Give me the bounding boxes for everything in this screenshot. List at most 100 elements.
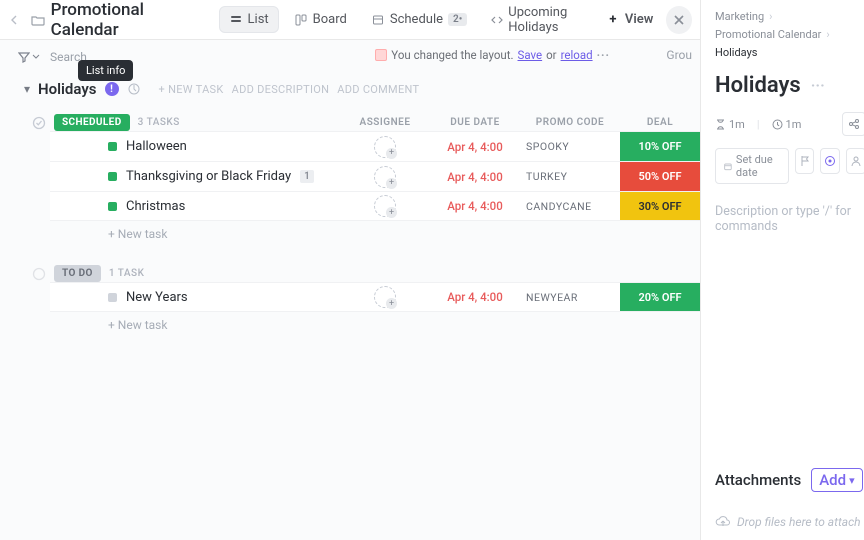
view-tabs: List Board Schedule 2• Upcoming Holidays… <box>219 0 663 40</box>
tab-label: Board <box>313 12 347 27</box>
task-row[interactable]: New Years Apr 4, 4:00NEWYEAR20% OFF <box>50 282 700 312</box>
close-button[interactable] <box>666 6 692 34</box>
add-view-button[interactable]: + View <box>597 7 662 32</box>
group-by-button[interactable]: Grou <box>666 48 692 62</box>
task-name[interactable]: New Years <box>126 290 188 305</box>
person-icon <box>850 155 862 167</box>
add-assignee-button[interactable] <box>374 286 396 308</box>
attachment-dropzone[interactable]: Drop files here to attach <box>715 514 864 530</box>
status-square-icon[interactable] <box>108 293 117 302</box>
details-panel: Marketing› Promotional Calendar› Holiday… <box>700 0 864 540</box>
due-date[interactable]: Apr 4, 4:00 <box>430 170 520 184</box>
calendar-icon <box>371 13 385 27</box>
new-task-button[interactable]: + New task <box>50 221 700 247</box>
panel-meta: 1m | 1m <box>715 112 864 136</box>
close-icon <box>673 14 685 26</box>
tab-upcoming-holidays[interactable]: Upcoming Holidays <box>482 0 591 40</box>
deal-badge[interactable]: 50% OFF <box>620 162 700 191</box>
list-icon <box>229 13 243 27</box>
chevron-down-icon: ▾ <box>849 474 855 487</box>
tab-label: List <box>248 12 269 27</box>
breadcrumb[interactable]: Marketing› Promotional Calendar› Holiday… <box>715 10 864 59</box>
time-estimate[interactable]: 1m <box>715 118 745 131</box>
share-icon <box>848 118 860 130</box>
status-square-icon[interactable] <box>108 142 117 151</box>
set-due-date-button[interactable]: Set due date <box>715 148 789 184</box>
list-settings-icon[interactable] <box>127 82 141 96</box>
tab-label: View <box>625 12 653 27</box>
task-name[interactable]: Halloween <box>126 139 187 154</box>
list-info-button[interactable]: ! <box>105 82 119 96</box>
priority-button[interactable] <box>795 148 815 174</box>
more-icon[interactable]: ··· <box>811 76 825 95</box>
col-promo-code[interactable]: PROMO CODE <box>520 117 620 128</box>
list-info-tooltip: List info <box>78 60 133 81</box>
more-icon[interactable]: ··· <box>597 48 610 62</box>
add-assignee-button[interactable] <box>374 136 396 158</box>
new-task-link[interactable]: + NEW TASK <box>159 83 224 96</box>
board-icon <box>294 13 308 27</box>
promo-code[interactable]: SPOOKY <box>520 140 620 153</box>
clock-icon <box>772 119 783 130</box>
task-name[interactable]: Christmas <box>126 199 185 214</box>
due-date[interactable]: Apr 4, 4:00 <box>430 290 520 304</box>
column-headers: SCHEDULED 3 TASKS ASSIGNEE DUE DATE PROM… <box>0 114 700 131</box>
promo-code[interactable]: CANDYCANE <box>520 200 620 213</box>
top-tabs-bar: Promotional Calendar List Board Schedule… <box>0 0 700 40</box>
chevron-down-icon <box>32 53 40 61</box>
due-date[interactable]: Apr 4, 4:00 <box>430 140 520 154</box>
status-square-icon[interactable] <box>108 202 117 211</box>
col-due-date[interactable]: DUE DATE <box>430 117 520 128</box>
time-tracked[interactable]: 1m <box>772 118 802 131</box>
status-circle-icon[interactable] <box>32 116 46 130</box>
panel-title: Holidays ··· <box>715 73 864 98</box>
description-field[interactable]: Description or type '/' for commands <box>715 204 864 234</box>
flag-icon <box>799 155 811 167</box>
filter-button[interactable] <box>18 51 40 63</box>
deal-badge[interactable]: 30% OFF <box>620 192 700 220</box>
task-row[interactable]: Thanksgiving or Black Friday 1 Apr 4, 4:00… <box>50 161 700 191</box>
status-circle-icon[interactable] <box>32 267 46 281</box>
task-row[interactable]: Halloween Apr 4, 4:00SPOOKY10% OFF <box>50 131 700 161</box>
subtask-count[interactable]: 1 <box>300 170 314 183</box>
add-comment-link[interactable]: ADD COMMENT <box>337 83 419 96</box>
task-count: 3 TASKS <box>138 117 180 128</box>
status-square-icon[interactable] <box>108 172 117 181</box>
due-date[interactable]: Apr 4, 4:00 <box>430 199 520 213</box>
promo-code[interactable]: TURKEY <box>520 170 620 183</box>
status-pill[interactable]: SCHEDULED <box>54 114 130 131</box>
add-assignee-button[interactable] <box>374 166 396 188</box>
nav-back-icon[interactable] <box>8 12 23 28</box>
reload-layout-link[interactable]: reload <box>561 48 593 62</box>
tab-label: Upcoming Holidays <box>508 5 582 35</box>
save-layout-link[interactable]: Save <box>518 48 543 62</box>
cloud-upload-icon <box>715 514 731 530</box>
col-assignee[interactable]: ASSIGNEE <box>340 117 430 128</box>
status-pill[interactable]: TO DO <box>54 265 101 282</box>
section-todo: TO DO 1 TASK New YearsApr 4, 4:00NEWYEAR… <box>0 265 700 338</box>
section-scheduled: SCHEDULED 3 TASKS ASSIGNEE DUE DATE PROM… <box>0 114 700 247</box>
folder-title-text: Promotional Calendar <box>51 0 201 40</box>
layout-change-notice: You changed the layout. Save or reload ·… <box>375 48 610 62</box>
assignee-button[interactable] <box>846 148 864 174</box>
deal-badge[interactable]: 20% OFF <box>620 283 700 311</box>
attachments-title: Attachments <box>715 471 801 489</box>
tab-list[interactable]: List <box>219 6 279 33</box>
list-name[interactable]: Holidays <box>38 80 96 98</box>
sprint-button[interactable] <box>820 148 840 174</box>
tab-board[interactable]: Board <box>285 7 356 32</box>
add-description-link[interactable]: ADD DESCRIPTION <box>232 83 330 96</box>
tab-schedule[interactable]: Schedule 2• <box>362 7 476 32</box>
add-attachment-button[interactable]: Add ▾ <box>811 468 862 492</box>
col-deal[interactable]: DEAL <box>620 117 700 128</box>
promo-code[interactable]: NEWYEAR <box>520 291 620 304</box>
share-button[interactable] <box>842 112 864 136</box>
calendar-icon <box>724 161 732 172</box>
deal-badge[interactable]: 10% OFF <box>620 132 700 161</box>
task-name[interactable]: Thanksgiving or Black Friday <box>126 169 291 184</box>
task-row[interactable]: Christmas Apr 4, 4:00CANDYCANE30% OFF <box>50 191 700 221</box>
folder-title[interactable]: Promotional Calendar <box>31 0 201 40</box>
new-task-button[interactable]: + New task <box>50 312 700 338</box>
collapse-list-icon[interactable]: ▾ <box>24 82 30 96</box>
add-assignee-button[interactable] <box>374 195 396 217</box>
